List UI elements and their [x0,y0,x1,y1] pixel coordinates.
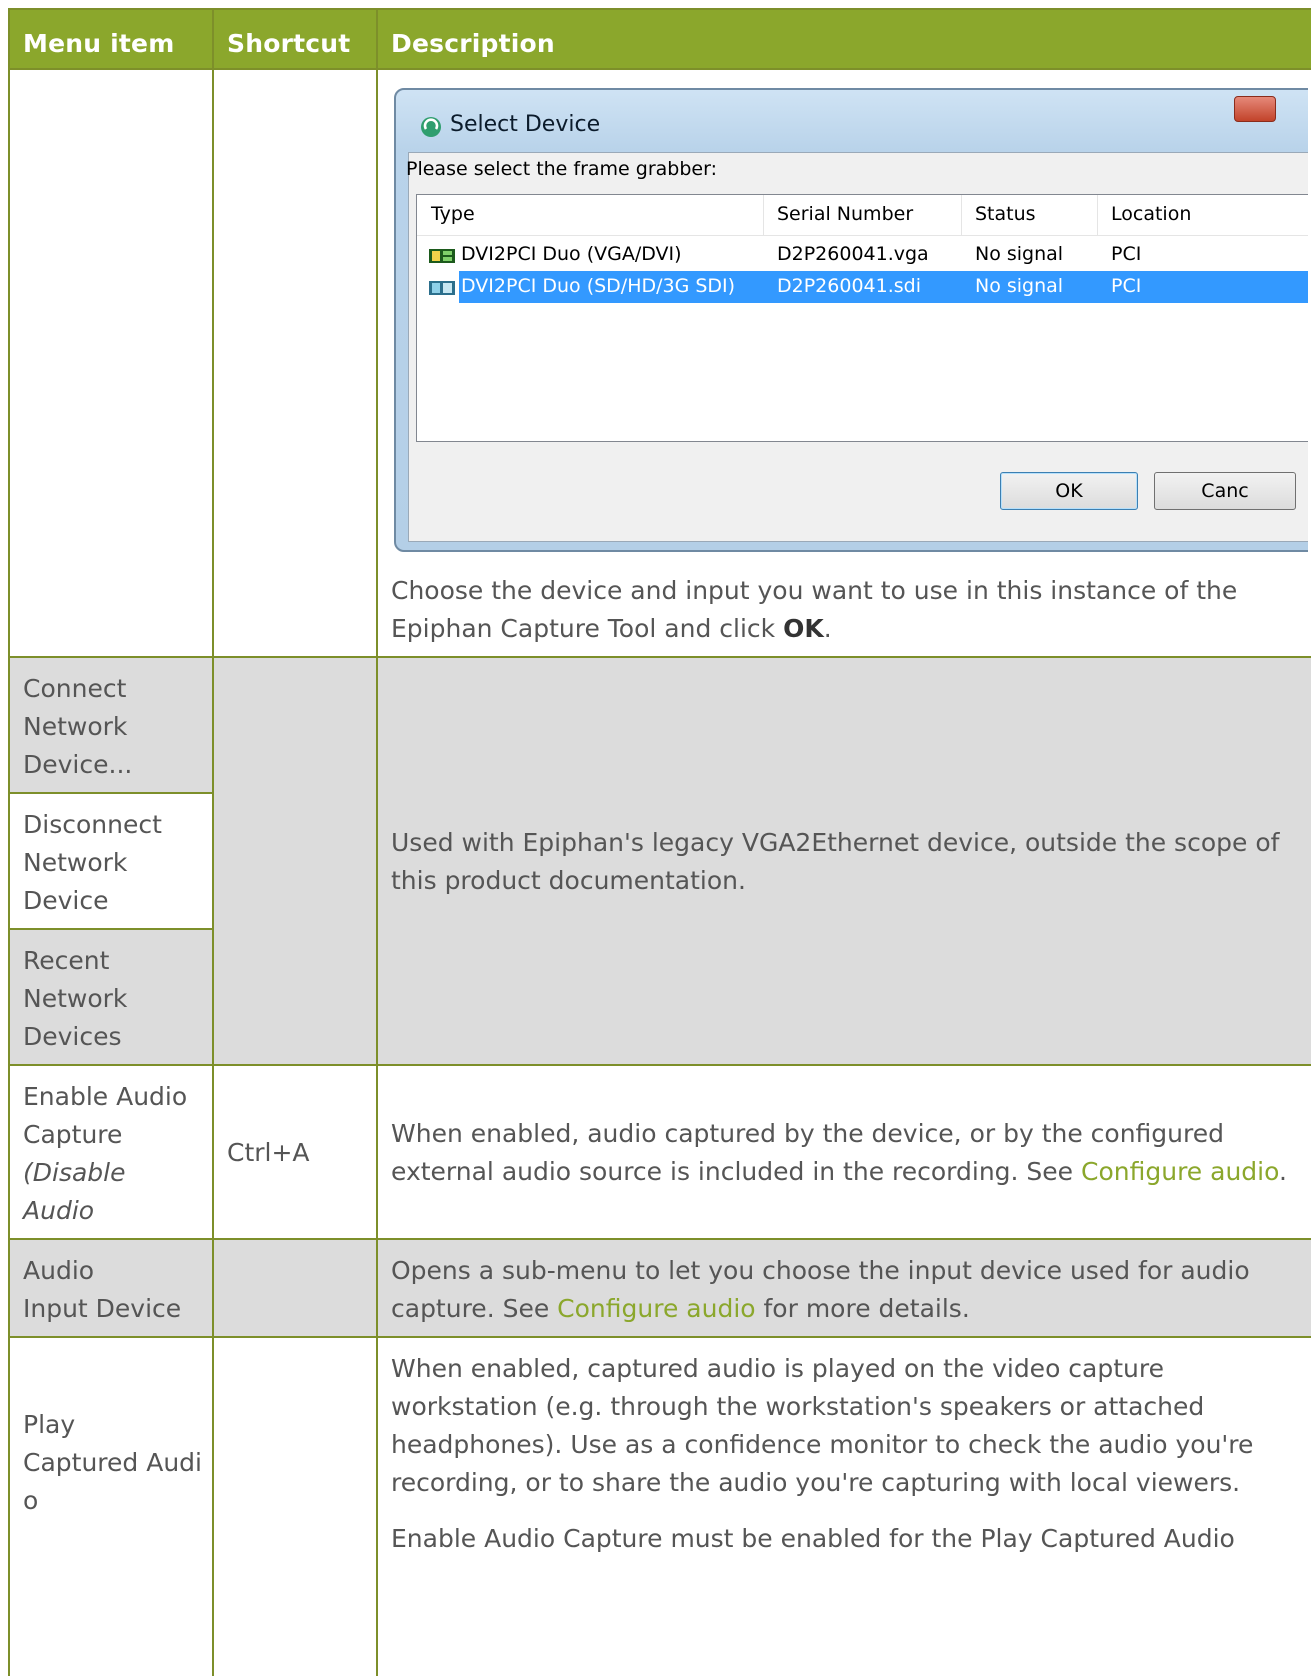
menu-item-play-captured-audio: Play Captured Audi o [8,1336,214,1676]
header-shortcut: Shortcut [212,8,378,70]
configure-audio-link[interactable]: Configure audio [1081,1157,1279,1186]
cancel-button[interactable]: Canc [1154,472,1296,510]
column-separator [961,195,962,235]
row3-shortcut-cell: Ctrl+A [212,1064,378,1240]
column-location[interactable]: Location [1111,203,1191,225]
row2-description: Used with Epiphan's legacy VGA2Ethernet … [391,828,1280,895]
menu-item-enable-audio-capture: Enable Audio Capture (Disable Audio Capt… [8,1064,214,1263]
device-type: DVI2PCI Duo (VGA/DVI) [461,243,682,265]
recent-network-devices-label: Recent Network Devices [23,946,128,1051]
row4-description-cell: Opens a sub-menu to let you choose the i… [376,1238,1311,1338]
column-separator [1097,195,1098,235]
row1-menu-item-cell [8,68,214,658]
play-captured-audio-label-line1: Play [23,1410,76,1439]
device-row-sdi[interactable]: DVI2PCI Duo (SD/HD/3G SDI) D2P260041.sdi… [417,271,1308,303]
close-icon[interactable] [1234,96,1276,122]
device-type: DVI2PCI Duo (SD/HD/3G SDI) [461,275,736,297]
connect-network-device-label: Connect Network Device... [23,674,133,779]
device-status: No signal [975,243,1064,265]
menu-table: Menu item Shortcut Description Choose th… [8,8,1311,1676]
row4-shortcut-cell [212,1238,378,1338]
column-type[interactable]: Type [431,203,475,225]
shortcut-ctrl-a: Ctrl+A [227,1138,310,1167]
audio-input-device-label-line2: Input Device [23,1294,182,1323]
column-serial-number[interactable]: Serial Number [777,203,913,225]
column-separator [763,195,764,235]
row5-description-p1: When enabled, captured audio is played o… [391,1354,1254,1497]
menu-item-connect-network-device: Connect Network Device... [8,656,214,794]
menu-item-recent-network-devices: Recent Network Devices [8,928,214,1066]
device-status: No signal [975,275,1064,297]
ok-button[interactable]: OK [1000,472,1138,510]
column-status[interactable]: Status [975,203,1036,225]
list-header-divider [417,235,1308,236]
enable-audio-capture-label: Enable Audio Capture [23,1082,188,1149]
row2-shortcut-cell [212,656,378,1066]
row1-description: Choose the device and input you want to … [391,576,1238,643]
row2-description-cell: Used with Epiphan's legacy VGA2Ethernet … [376,656,1311,1066]
audio-input-device-label-line1: Audio [23,1256,95,1285]
configure-audio-link[interactable]: Configure audio [557,1294,755,1323]
device-location: PCI [1111,275,1142,297]
device-serial: D2P260041.sdi [777,275,921,297]
row5-shortcut-cell [212,1336,378,1676]
dialog-prompt: Please select the frame grabber: [406,158,717,180]
row3-description: When enabled, audio captured by the devi… [391,1119,1287,1186]
menu-item-disconnect-network-device: Disconnect Network Device [8,792,214,930]
select-device-dialog: Select Device Please select the frame gr… [388,82,1308,552]
dialog-title: Select Device [450,112,601,137]
row1-shortcut-cell [212,68,378,658]
header-description: Description [376,8,1311,70]
app-logo-icon [421,117,441,137]
play-captured-audio-label-line3: o [23,1486,39,1515]
device-location: PCI [1111,243,1142,265]
device-list[interactable]: Type Serial Number Status Location DVI2P… [416,194,1308,442]
row5-description-cell: When enabled, captured audio is played o… [376,1336,1311,1676]
sdi-card-icon [429,281,455,295]
vga-card-icon [429,249,455,263]
device-row-vga[interactable]: DVI2PCI Duo (VGA/DVI) D2P260041.vga No s… [417,239,1308,271]
row4-description: Opens a sub-menu to let you choose the i… [391,1256,1250,1323]
header-menu-item: Menu item [8,8,214,70]
disconnect-network-device-label: Disconnect Network Device [23,810,162,915]
play-captured-audio-label-line2: Captured Audi [23,1448,202,1477]
device-serial: D2P260041.vga [777,243,929,265]
menu-item-audio-input-device: Audio Input Device [8,1238,214,1338]
row3-description-cell: When enabled, audio captured by the devi… [376,1064,1311,1240]
row5-description-p2: Enable Audio Capture must be enabled for… [391,1524,1235,1553]
